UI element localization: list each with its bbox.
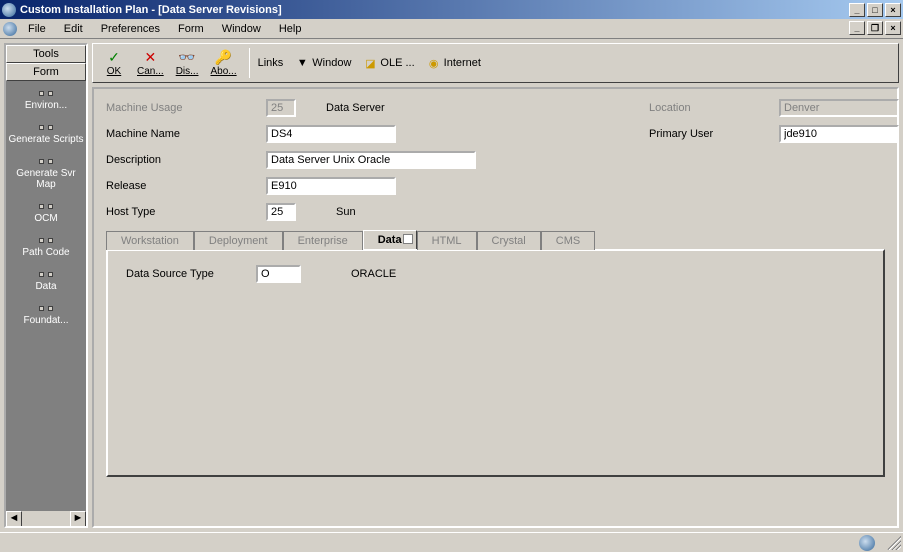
machine-usage-label: Machine Usage [106,102,266,114]
sidebar-item-foundat[interactable]: Foundat... [6,296,86,330]
sidebar-item-label: Generate Svr Map [16,168,75,190]
location-label: Location [649,102,779,114]
primary-user-field[interactable] [779,125,899,143]
links-window[interactable]: ▼ Window [291,54,355,72]
host-type-field[interactable] [266,203,296,221]
sidebar-scroll: ◄ ► [6,510,86,526]
about-button[interactable]: 🔑 Abo... [206,48,240,79]
ok-button[interactable]: ✓ OK [99,48,129,79]
links-label: Links [258,57,284,69]
release-label: Release [106,180,266,192]
description-label: Description [106,154,266,166]
status-globe-icon [859,535,875,551]
machine-name-field[interactable] [266,125,396,143]
sidebar-item-label: Data [35,281,56,292]
toolbar: ✓ OK ✕ Can... 👓 Dis... 🔑 Abo... Links ▼ … [92,43,899,83]
sidebar-scroll-left[interactable]: ◄ [6,511,22,527]
primary-user-label: Primary User [649,128,779,140]
sidebar-item-path-code[interactable]: Path Code [6,228,86,262]
child-close-button[interactable]: × [885,21,901,35]
sidebar-item-generate-scripts[interactable]: Generate Scripts [6,115,86,149]
display-button[interactable]: 👓 Dis... [172,48,203,79]
data-source-type-text: ORACLE [351,268,396,280]
links-internet[interactable]: ◉ Internet [423,54,485,72]
display-icon: 👓 [179,50,195,66]
cancel-button[interactable]: ✕ Can... [133,48,168,79]
display-label: Dis... [176,66,199,77]
tab-html[interactable]: HTML [417,231,477,250]
links-internet-label: Internet [444,57,481,69]
tab-deployment[interactable]: Deployment [194,231,283,250]
sidebar-item-label: Foundat... [23,315,68,326]
about-icon: 🔑 [216,50,232,66]
links-ole-label: OLE ... [380,57,414,69]
release-field[interactable] [266,177,396,195]
links-window-label: Window [312,57,351,69]
child-minimize-button[interactable]: _ [849,21,865,35]
sidebar-item-label: Environ... [25,100,67,111]
ok-label: OK [107,66,121,77]
x-icon: ✕ [142,50,158,66]
machine-name-label: Machine Name [106,128,266,140]
maximize-button[interactable]: □ [867,3,883,17]
location-field [779,99,899,117]
internet-icon: ◉ [427,56,441,70]
tab-crystal[interactable]: Crystal [477,231,541,250]
menu-edit[interactable]: Edit [56,21,91,37]
sidebar-body: Environ... Generate Scripts Generate Svr… [6,81,86,510]
sidebar-item-data[interactable]: Data [6,262,86,296]
inner-tabs: Workstation Deployment Enterprise Data H… [106,229,885,477]
machine-usage-field [266,99,296,117]
menu-bar: File Edit Preferences Form Window Help _… [0,19,903,39]
dropdown-icon: ▼ [295,56,309,70]
close-button[interactable]: × [885,3,901,17]
sidebar-tab-form[interactable]: Form [6,63,86,81]
window-title: Custom Installation Plan - [Data Server … [20,4,849,16]
menu-file[interactable]: File [20,21,54,37]
menu-form[interactable]: Form [170,21,212,37]
tab-workstation[interactable]: Workstation [106,231,194,250]
host-type-label: Host Type [106,206,266,218]
menu-help[interactable]: Help [271,21,310,37]
resize-grip-icon[interactable] [887,536,901,550]
toolbar-separator [249,48,250,78]
minimize-button[interactable]: _ [849,3,865,17]
form-area: Machine Usage Data Server Machine Name D… [92,87,899,528]
machine-usage-text: Data Server [326,102,385,114]
menu-preferences[interactable]: Preferences [93,21,168,37]
sidebar-item-label: Path Code [22,247,69,258]
child-restore-button[interactable]: ❐ [867,21,883,35]
check-icon: ✓ [106,50,122,66]
sidebar-scroll-right[interactable]: ► [70,511,86,527]
data-source-type-label: Data Source Type [126,268,256,280]
title-bar: Custom Installation Plan - [Data Server … [0,0,903,19]
tab-cms[interactable]: CMS [541,231,595,250]
ole-icon: ◪ [363,56,377,70]
about-label: Abo... [210,66,236,77]
app-icon [2,3,16,17]
tab-strip: Workstation Deployment Enterprise Data H… [106,229,885,249]
menu-window[interactable]: Window [214,21,269,37]
sidebar-item-label: Generate Scripts [8,134,83,145]
status-bar [0,532,903,552]
links-ole[interactable]: ◪ OLE ... [359,54,418,72]
tab-pane-data: Data Source Type ORACLE [106,249,885,477]
main-area: ✓ OK ✕ Can... 👓 Dis... 🔑 Abo... Links ▼ … [92,43,899,528]
host-type-text: Sun [336,206,356,218]
sidebar-item-environ[interactable]: Environ... [6,81,86,115]
sidebar-item-generate-svr-map[interactable]: Generate Svr Map [6,149,86,194]
data-source-type-field[interactable] [256,265,301,283]
sidebar: Tools Form Environ... Generate Scripts G… [4,43,88,528]
tab-data[interactable]: Data [363,230,417,249]
tab-enterprise[interactable]: Enterprise [283,231,363,250]
sidebar-tab-tools[interactable]: Tools [6,45,86,63]
sidebar-item-label: OCM [34,213,57,224]
doc-icon[interactable] [3,22,17,36]
cancel-label: Can... [137,66,164,77]
description-field[interactable] [266,151,476,169]
sidebar-item-ocm[interactable]: OCM [6,194,86,228]
